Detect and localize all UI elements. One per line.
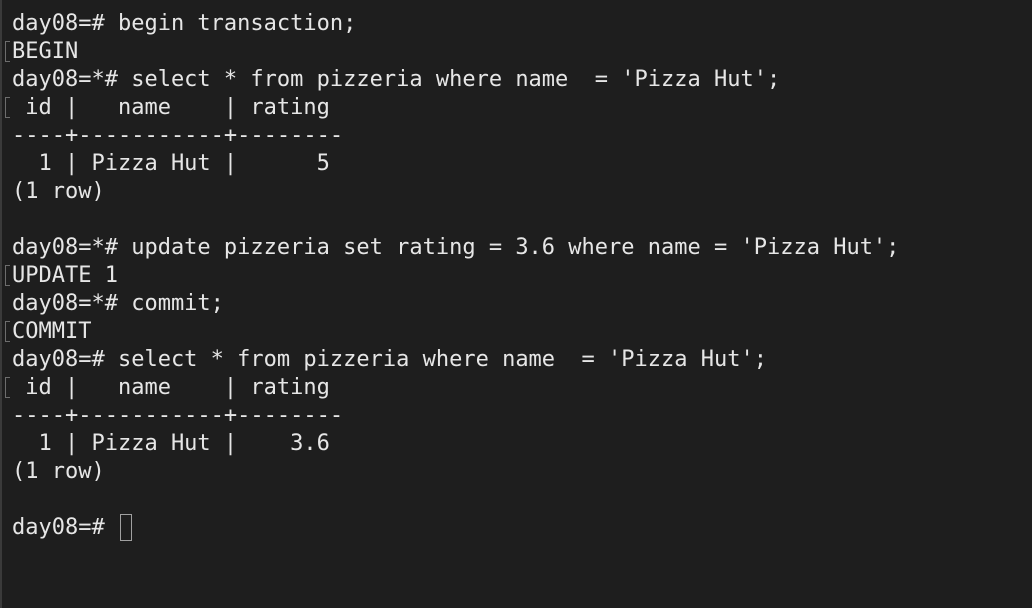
terminal-line: ----+-----------+-------- xyxy=(12,122,1032,150)
line-mark xyxy=(5,265,10,286)
line-mark xyxy=(5,321,10,342)
terminal-line: 1 | Pizza Hut | 5 xyxy=(12,150,1032,178)
line-text: day08=*# select * from pizzeria where na… xyxy=(12,67,781,92)
terminal-line: day08=*# select * from pizzeria where na… xyxy=(12,66,1032,94)
line-text: COMMIT xyxy=(12,319,92,344)
terminal-line: 1 | Pizza Hut | 3.6 xyxy=(12,430,1032,458)
terminal-line: COMMIT xyxy=(5,318,1032,346)
terminal-line: day08=# select * from pizzeria where nam… xyxy=(12,346,1032,374)
line-mark xyxy=(5,377,10,398)
line-text: 1 | Pizza Hut | 3.6 xyxy=(12,431,330,456)
terminal-line: day08=# begin transaction; xyxy=(12,10,1032,38)
line-text: id | name | rating xyxy=(12,95,330,120)
line-text: day08=*# update pizzeria set rating = 3.… xyxy=(12,235,900,260)
line-text: day08=# select * from pizzeria where nam… xyxy=(12,347,767,372)
terminal-line: UPDATE 1 xyxy=(5,262,1032,290)
line-text: day08=*# commit; xyxy=(12,291,224,316)
line-mark xyxy=(5,41,10,62)
terminal-line: day08=*# commit; xyxy=(12,290,1032,318)
line-text: 1 | Pizza Hut | 5 xyxy=(12,151,330,176)
line-text: UPDATE 1 xyxy=(12,263,118,288)
terminal-line: ----+-----------+-------- xyxy=(12,402,1032,430)
line-text: BEGIN xyxy=(12,39,79,64)
terminal-line: (1 row) xyxy=(12,178,1032,206)
terminal-window[interactable]: day08=# begin transaction; BEGIN day08=*… xyxy=(0,0,1032,608)
terminal-line: id | name | rating xyxy=(5,374,1032,402)
terminal-line: (1 row) xyxy=(12,458,1032,486)
line-text: ----+-----------+-------- xyxy=(12,123,344,148)
line-text: ----+-----------+-------- xyxy=(12,403,344,428)
terminal-line: BEGIN xyxy=(5,38,1032,66)
line-text: day08=# begin transaction; xyxy=(12,11,357,36)
line-text: (1 row) xyxy=(12,459,105,484)
terminal-line: day08=*# update pizzeria set rating = 3.… xyxy=(12,234,1032,262)
terminal-line: id | name | rating xyxy=(5,94,1032,122)
prompt-text: day08=# xyxy=(12,515,118,540)
line-text: (1 row) xyxy=(12,179,105,204)
text-cursor xyxy=(119,514,132,541)
prompt-line[interactable]: day08=# xyxy=(12,514,1032,542)
line-text: id | name | rating xyxy=(12,375,330,400)
line-mark xyxy=(5,97,10,118)
